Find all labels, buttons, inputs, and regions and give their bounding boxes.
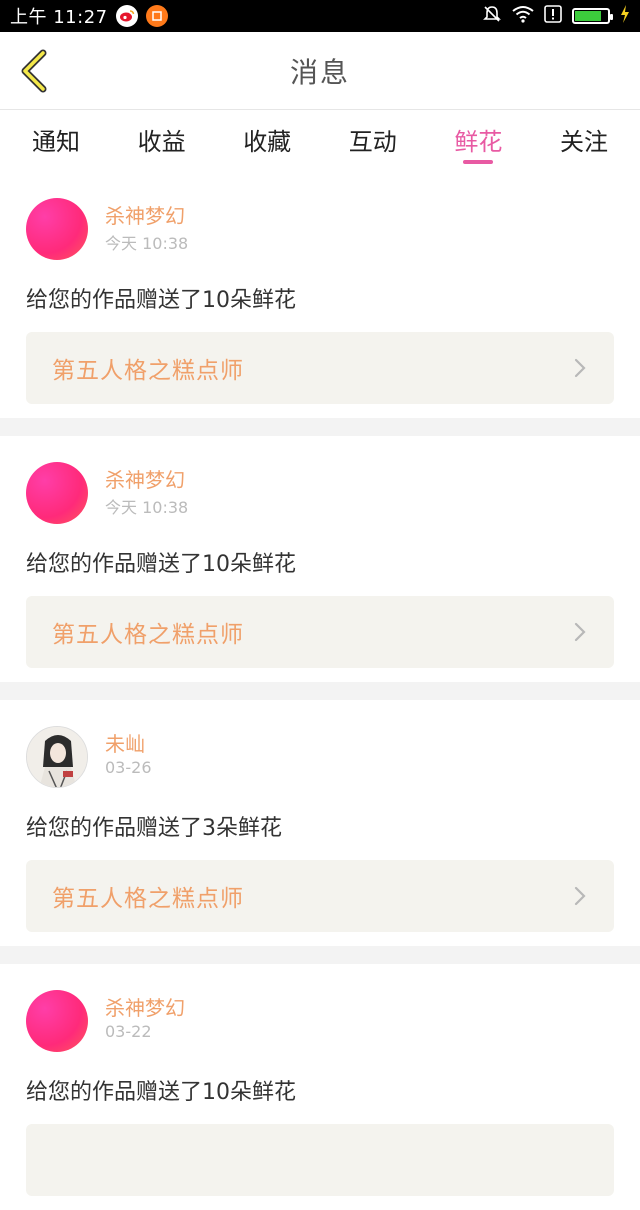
- work-link[interactable]: [26, 1124, 614, 1196]
- message-text: 给您的作品赠送了3朵鲜花: [26, 816, 282, 841]
- tab-label: 关注: [559, 128, 608, 156]
- tab-label: 收藏: [243, 128, 292, 156]
- user-name[interactable]: 杀神梦幻: [105, 204, 188, 228]
- work-title: 第五人格之糕点师: [52, 622, 244, 648]
- message-time: 今天 10:38: [105, 234, 189, 253]
- tab-earnings[interactable]: 收益: [132, 110, 192, 172]
- alert-icon: [544, 5, 562, 27]
- avatar[interactable]: [26, 462, 88, 524]
- message-text: 给您的作品赠送了10朵鲜花: [26, 288, 296, 313]
- divider: [0, 682, 640, 700]
- battery-icon: [572, 8, 613, 24]
- chevron-right-icon: [572, 884, 588, 908]
- tab-label: 鲜花: [454, 128, 503, 156]
- tab-following[interactable]: 关注: [554, 110, 614, 172]
- message-time: 今天 10:38: [105, 498, 189, 517]
- active-tab-indicator: [463, 160, 494, 164]
- tab-label: 收益: [137, 128, 186, 156]
- avatar[interactable]: [26, 726, 88, 788]
- user-name[interactable]: 未屾: [105, 732, 152, 756]
- tab-label: 通知: [32, 128, 80, 156]
- message-card: 杀神梦幻 03-22 给您的作品赠送了10朵鲜花: [0, 964, 640, 1210]
- back-button[interactable]: [14, 48, 54, 94]
- status-time: 上午 11:27: [10, 7, 108, 28]
- chevron-right-icon: [572, 620, 588, 644]
- work-title: 第五人格之糕点师: [52, 358, 244, 384]
- page-title: 消息: [289, 55, 350, 89]
- message-text: 给您的作品赠送了10朵鲜花: [26, 1080, 296, 1105]
- work-link[interactable]: 第五人格之糕点师: [26, 332, 614, 404]
- tab-flowers[interactable]: 鲜花: [448, 110, 508, 172]
- charging-icon: [620, 5, 630, 27]
- tab-label: 互动: [348, 128, 397, 156]
- mute-icon: [482, 4, 502, 28]
- message-list: 杀神梦幻 今天 10:38 给您的作品赠送了10朵鲜花 第五人格之糕点师 杀神梦…: [0, 172, 640, 1210]
- work-link[interactable]: 第五人格之糕点师: [26, 860, 614, 932]
- work-link[interactable]: 第五人格之糕点师: [26, 596, 614, 668]
- tab-bar: 通知 收益 收藏 互动 鲜花 关注: [0, 110, 640, 172]
- message-card: 未屾 03-26 给您的作品赠送了3朵鲜花 第五人格之糕点师: [0, 700, 640, 946]
- work-title: 第五人格之糕点师: [52, 886, 244, 912]
- status-bar: 上午 11:27: [0, 0, 640, 32]
- message-text: 给您的作品赠送了10朵鲜花: [26, 552, 296, 577]
- weibo-icon: [115, 5, 138, 27]
- message-card: 杀神梦幻 今天 10:38 给您的作品赠送了10朵鲜花 第五人格之糕点师: [0, 436, 640, 682]
- user-name[interactable]: 杀神梦幻: [105, 996, 185, 1020]
- chevron-right-icon: [572, 356, 588, 380]
- user-name[interactable]: 杀神梦幻: [105, 468, 188, 492]
- tab-favorites[interactable]: 收藏: [237, 110, 297, 172]
- divider: [0, 418, 640, 436]
- orange-app-icon: [145, 5, 168, 27]
- chevron-left-icon: [21, 49, 47, 93]
- tab-interactions[interactable]: 互动: [343, 110, 403, 172]
- tab-notifications[interactable]: 通知: [26, 110, 86, 172]
- avatar[interactable]: [26, 198, 88, 260]
- message-card: 杀神梦幻 今天 10:38 给您的作品赠送了10朵鲜花 第五人格之糕点师: [0, 172, 640, 418]
- wifi-icon: [512, 5, 534, 27]
- header: 消息: [0, 32, 640, 110]
- divider: [0, 946, 640, 964]
- message-time: 03-22: [105, 1022, 152, 1041]
- message-time: 03-26: [105, 758, 152, 777]
- avatar[interactable]: [26, 990, 88, 1052]
